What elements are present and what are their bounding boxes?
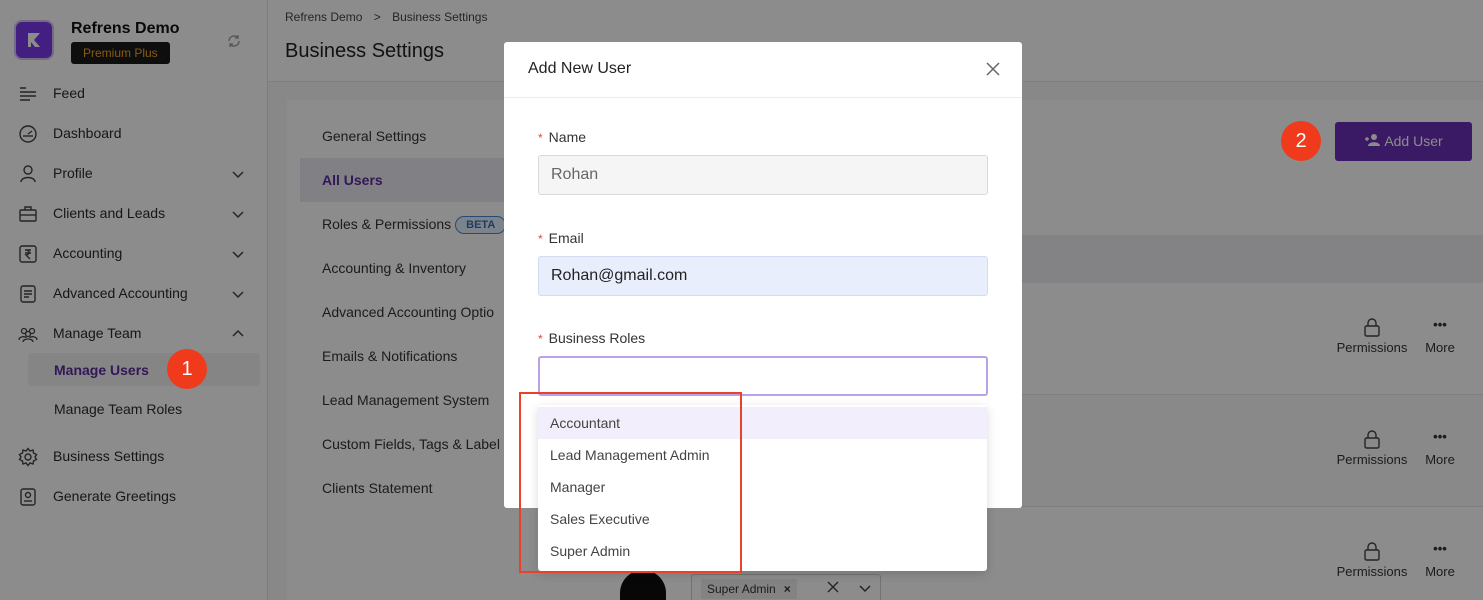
close-icon[interactable] [986, 62, 1000, 81]
required-icon: * [538, 232, 543, 246]
required-icon: * [538, 332, 543, 346]
email-label-text: Email [548, 230, 584, 246]
step-marker-2: 2 [1281, 121, 1321, 161]
business-roles-select[interactable] [538, 356, 988, 396]
name-label: * Name [538, 129, 586, 145]
name-label-text: Name [548, 129, 587, 145]
email-label: * Email [538, 230, 584, 246]
business-roles-label: * Business Roles [538, 330, 645, 346]
modal-title: Add New User [528, 60, 632, 77]
name-field[interactable]: Rohan [538, 155, 988, 195]
step-marker-1: 1 [167, 349, 207, 389]
required-icon: * [538, 131, 543, 145]
business-roles-label-text: Business Roles [548, 330, 646, 346]
highlight-box [519, 392, 742, 573]
email-field[interactable]: Rohan@gmail.com [538, 256, 988, 296]
